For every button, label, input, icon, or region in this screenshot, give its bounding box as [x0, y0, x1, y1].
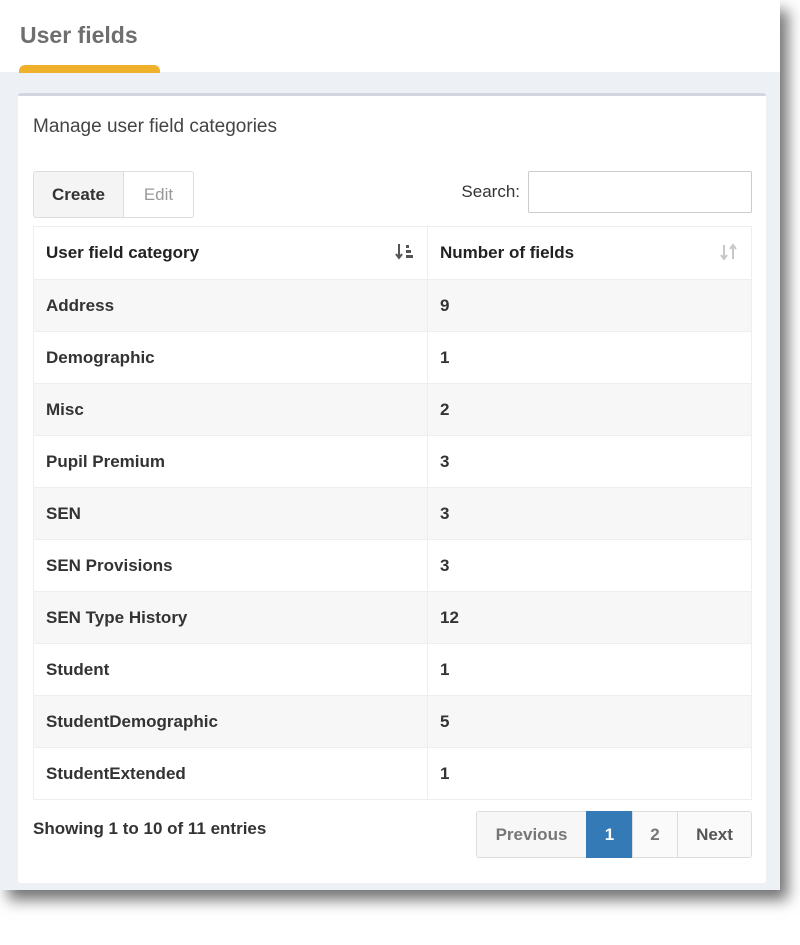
create-button[interactable]: Create [33, 171, 124, 218]
count-cell: 3 [427, 435, 752, 488]
edit-button[interactable]: Edit [124, 171, 194, 218]
action-button-group: Create Edit [33, 171, 194, 218]
table-info: Showing 1 to 10 of 11 entries [33, 819, 267, 838]
category-cell: StudentExtended [33, 747, 428, 800]
page-1-button[interactable]: 1 [586, 811, 633, 858]
count-cell: 9 [427, 279, 752, 332]
page-title: User fields [20, 22, 138, 48]
table-row[interactable]: SEN 3 [33, 487, 752, 540]
column-header-label: User field category [46, 243, 200, 262]
table-row[interactable]: SEN Type History 12 [33, 591, 752, 644]
count-cell: 1 [427, 643, 752, 696]
count-cell: 5 [427, 695, 752, 748]
category-cell: SEN [33, 487, 428, 540]
panel-title: Manage user field categories [33, 116, 277, 137]
pagination: Previous 1 2 Next [476, 811, 752, 858]
count-cell: 3 [427, 487, 752, 540]
count-cell: 1 [427, 747, 752, 800]
column-header-label: Number of fields [440, 243, 575, 262]
count-cell: 3 [427, 539, 752, 592]
column-header-count[interactable]: Number of fields [427, 226, 752, 280]
category-cell: SEN Provisions [33, 539, 428, 592]
count-cell: 12 [427, 591, 752, 644]
table-header-row: User field category Number of fields [33, 226, 752, 280]
category-cell: StudentDemographic [33, 695, 428, 748]
category-cell: Demographic [33, 331, 428, 384]
page-2-button[interactable]: 2 [632, 811, 678, 858]
previous-page-button[interactable]: Previous [476, 811, 587, 858]
table-row[interactable]: StudentExtended 1 [33, 747, 752, 800]
categories-panel: Manage user field categories Create Edit… [18, 93, 766, 883]
table-row[interactable]: Misc 2 [33, 383, 752, 436]
count-cell: 2 [427, 383, 752, 436]
app-window: User fields Manage user field categories… [0, 0, 780, 890]
category-cell: Student [33, 643, 428, 696]
category-cell: SEN Type History [33, 591, 428, 644]
count-cell: 1 [427, 331, 752, 384]
title-underline [19, 65, 160, 73]
next-page-button[interactable]: Next [677, 811, 752, 858]
page-header: User fields [0, 0, 780, 73]
category-cell: Address [33, 279, 428, 332]
search-label: Search: [461, 182, 520, 201]
sort-ascending-icon [395, 243, 415, 266]
category-cell: Pupil Premium [33, 435, 428, 488]
category-cell: Misc [33, 383, 428, 436]
search-area: Search: [461, 171, 752, 213]
sort-both-icon [719, 243, 739, 266]
categories-table: User field category Number of fields Add… [33, 226, 752, 800]
table-row[interactable]: SEN Provisions 3 [33, 539, 752, 592]
table-row[interactable]: StudentDemographic 5 [33, 695, 752, 748]
column-header-category[interactable]: User field category [33, 226, 428, 280]
table-row[interactable]: Student 1 [33, 643, 752, 696]
search-input[interactable] [528, 171, 752, 213]
table-row[interactable]: Demographic 1 [33, 331, 752, 384]
table-row[interactable]: Address 9 [33, 279, 752, 332]
table-row[interactable]: Pupil Premium 3 [33, 435, 752, 488]
